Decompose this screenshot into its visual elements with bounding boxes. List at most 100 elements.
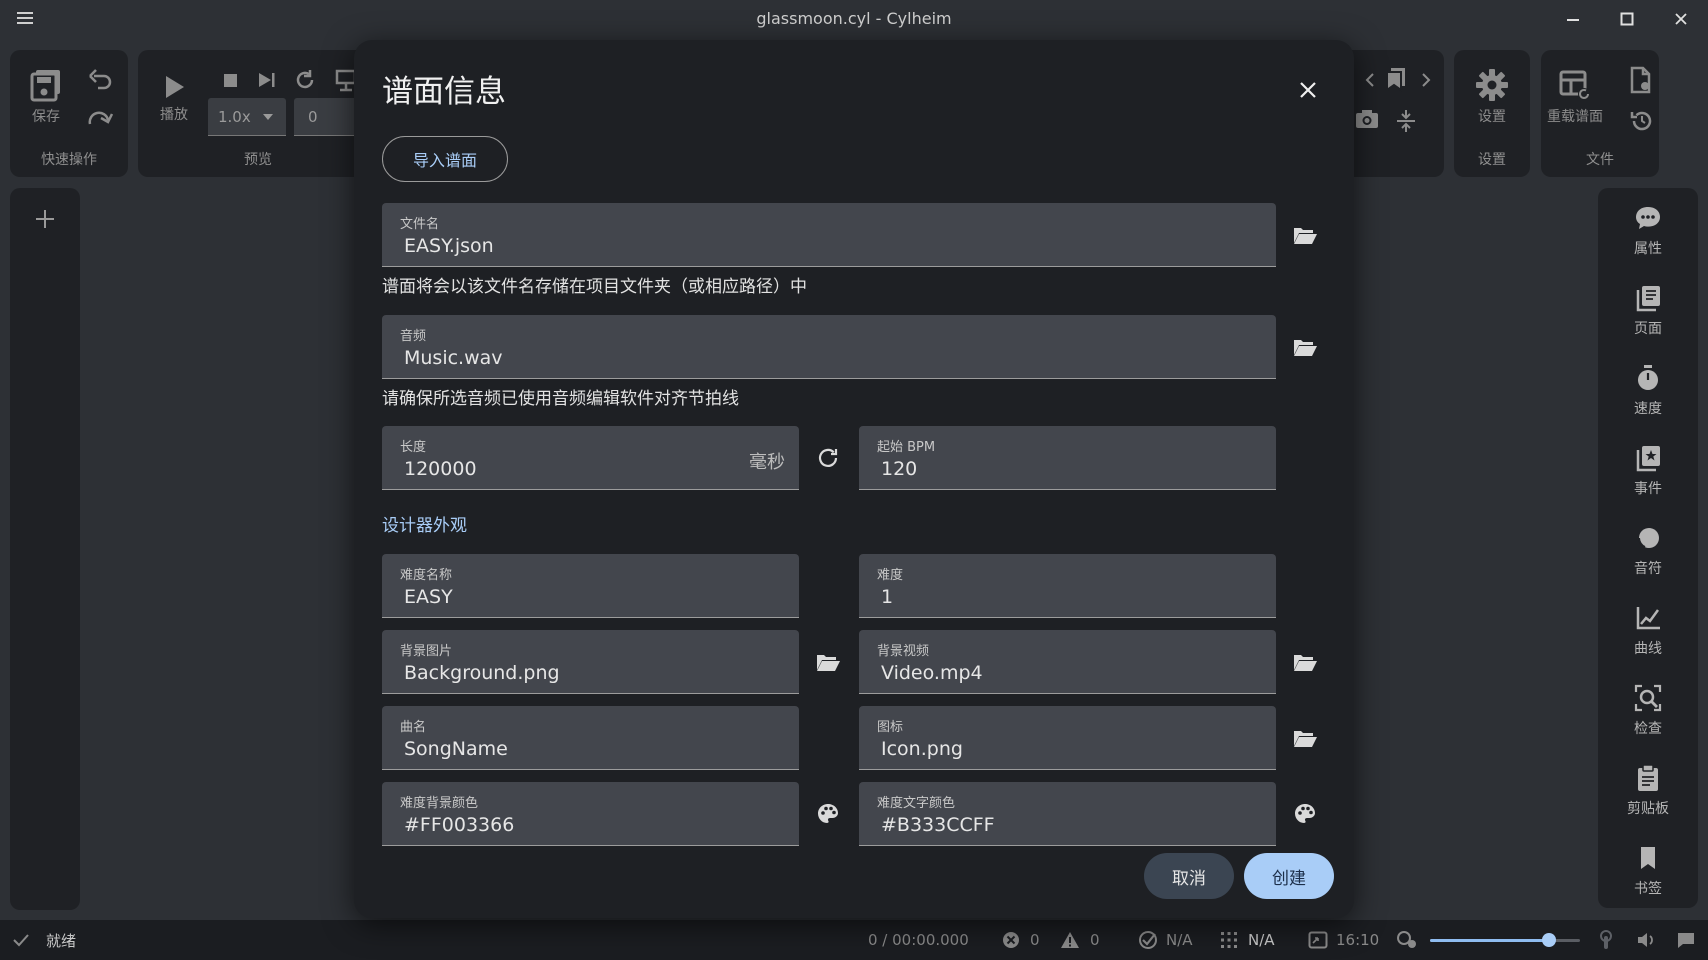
zoom-slider-thumb[interactable] bbox=[1541, 933, 1556, 947]
difficulty-bg-color-field[interactable]: 难度背景颜色 #FF003366 bbox=[382, 782, 799, 846]
icon-file-field[interactable]: 图标 Icon.png bbox=[859, 706, 1276, 770]
audio-field[interactable]: 音频 Music.wav bbox=[382, 315, 1276, 379]
warning-icon[interactable] bbox=[1060, 920, 1080, 960]
gear-icon bbox=[1476, 69, 1508, 101]
pick-text-color-button[interactable] bbox=[1285, 794, 1325, 834]
note-circle-icon bbox=[1638, 528, 1659, 548]
touch-icon[interactable] bbox=[1596, 920, 1616, 960]
aspect-ratio-icon[interactable] bbox=[1308, 920, 1328, 960]
icon-file-value: Icon.png bbox=[881, 738, 963, 760]
import-chart-button[interactable]: 导入谱面 bbox=[382, 136, 508, 182]
difficulty-name-field[interactable]: 难度名称 EASY bbox=[382, 554, 799, 618]
save-button[interactable]: 保存 bbox=[28, 68, 64, 126]
speed-value: 1.0x bbox=[218, 107, 251, 126]
detect-length-button[interactable] bbox=[808, 438, 848, 478]
check-status-icon[interactable] bbox=[1138, 920, 1158, 960]
song-name-label: 曲名 bbox=[400, 720, 427, 735]
section-title-appearance: 设计器外观 bbox=[382, 516, 467, 536]
palette-icon bbox=[1295, 804, 1315, 823]
start-bpm-value: 120 bbox=[881, 458, 918, 480]
aspect-ratio-value: 16:10 bbox=[1336, 931, 1380, 949]
grid-value: N/A bbox=[1248, 931, 1275, 949]
browse-background-image-button[interactable] bbox=[808, 642, 848, 682]
stop-icon[interactable] bbox=[220, 70, 240, 90]
song-name-field[interactable]: 曲名 SongName bbox=[382, 706, 799, 770]
start-bpm-field[interactable]: 起始 BPM 120 bbox=[859, 426, 1276, 490]
bookmark-nav-icon[interactable] bbox=[1384, 66, 1408, 92]
play-button[interactable]: 播放 bbox=[160, 74, 188, 124]
difficulty-value: 1 bbox=[881, 586, 894, 608]
folder-open-icon bbox=[817, 655, 840, 671]
panel-item-speed[interactable]: 速度 bbox=[1598, 358, 1698, 430]
error-icon[interactable] bbox=[1002, 920, 1020, 960]
zoom-icon[interactable] bbox=[1396, 920, 1418, 960]
speed-select[interactable]: 1.0x bbox=[208, 98, 286, 136]
bookmark-icon bbox=[1641, 847, 1655, 869]
dialog-close-button[interactable] bbox=[1288, 70, 1328, 110]
browse-icon-file-button[interactable] bbox=[1285, 718, 1325, 758]
add-icon[interactable] bbox=[34, 208, 56, 230]
panel-item-label: 音符 bbox=[1634, 561, 1662, 577]
maximize-button[interactable] bbox=[1607, 6, 1647, 32]
panel-item-bookmarks[interactable]: 书签 bbox=[1598, 838, 1698, 910]
browse-filename-button[interactable] bbox=[1285, 215, 1325, 255]
chevron-right-icon[interactable] bbox=[1420, 72, 1432, 88]
minimize-button[interactable] bbox=[1553, 6, 1593, 32]
volume-icon[interactable] bbox=[1636, 920, 1656, 960]
reload-chart-label: 重载谱面 bbox=[1547, 109, 1603, 125]
redo-icon[interactable] bbox=[88, 108, 114, 130]
curve-chart-icon bbox=[1636, 607, 1660, 630]
length-unit: 毫秒 bbox=[749, 452, 785, 473]
audio-helper-text: 请确保所选音频已使用音频编辑软件对齐节拍线 bbox=[382, 389, 739, 409]
difficulty-text-color-label: 难度文字颜色 bbox=[877, 796, 956, 811]
filename-field[interactable]: 文件名 EASY.json bbox=[382, 203, 1276, 267]
dialog-title: 谱面信息 bbox=[382, 74, 506, 110]
difficulty-text-color-value: #B333CCFF bbox=[881, 814, 995, 836]
settings-button[interactable]: 设置 bbox=[1454, 68, 1530, 126]
undo-icon[interactable] bbox=[88, 68, 114, 90]
status-check-icon bbox=[12, 920, 30, 960]
reload-icon[interactable] bbox=[293, 68, 317, 92]
background-video-field[interactable]: 背景视频 Video.mp4 bbox=[859, 630, 1276, 694]
cancel-button[interactable]: 取消 bbox=[1144, 853, 1234, 899]
reload-chart-button[interactable]: 重载谱面 bbox=[1547, 68, 1603, 126]
panel-item-notes[interactable]: 音符 bbox=[1598, 518, 1698, 590]
background-image-field[interactable]: 背景图片 Background.png bbox=[382, 630, 799, 694]
folder-open-icon bbox=[1294, 731, 1317, 747]
panel-item-curves[interactable]: 曲线 bbox=[1598, 598, 1698, 670]
difficulty-name-value: EASY bbox=[404, 586, 453, 608]
reload-chart-icon bbox=[1559, 70, 1590, 100]
play-icon bbox=[166, 76, 184, 98]
length-field[interactable]: 长度 120000 毫秒 bbox=[382, 426, 799, 490]
filename-helper-text: 谱面将会以该文件名存储在项目文件夹（或相应路径）中 bbox=[382, 277, 807, 297]
panel-item-clipboard[interactable]: 剪贴板 bbox=[1598, 758, 1698, 830]
toolbar-group-quick: 保存 快速操作 bbox=[10, 50, 128, 177]
align-center-icon[interactable] bbox=[1394, 108, 1418, 134]
error-count: 0 bbox=[1030, 931, 1040, 949]
song-name-value: SongName bbox=[404, 738, 508, 760]
chevron-left-icon[interactable] bbox=[1364, 72, 1376, 88]
panel-item-events[interactable]: 事件 bbox=[1598, 438, 1698, 510]
message-icon[interactable] bbox=[1676, 920, 1696, 960]
background-image-label: 背景图片 bbox=[400, 644, 453, 659]
browse-audio-button[interactable] bbox=[1285, 327, 1325, 367]
browse-background-video-button[interactable] bbox=[1285, 642, 1325, 682]
stopwatch-icon bbox=[1638, 365, 1658, 390]
skip-forward-icon[interactable] bbox=[256, 70, 278, 90]
difficulty-text-color-field[interactable]: 难度文字颜色 #B333CCFF bbox=[859, 782, 1276, 846]
panel-item-properties[interactable]: 属性 bbox=[1598, 198, 1698, 270]
camera-icon[interactable] bbox=[1354, 108, 1380, 130]
settings-label: 设置 bbox=[1478, 109, 1506, 125]
panel-item-inspect[interactable]: 检查 bbox=[1598, 678, 1698, 750]
grid-icon[interactable] bbox=[1220, 920, 1238, 960]
file-export-icon[interactable] bbox=[1629, 66, 1653, 94]
difficulty-name-label: 难度名称 bbox=[400, 568, 453, 583]
pick-bg-color-button[interactable] bbox=[808, 794, 848, 834]
close-window-button[interactable] bbox=[1661, 6, 1701, 32]
settings-group-label: 设置 bbox=[1478, 152, 1506, 168]
chart-info-dialog: 谱面信息 导入谱面 文件名 EASY.json 谱面将会以该文件名存储在项目文件… bbox=[354, 40, 1354, 918]
difficulty-field[interactable]: 难度 1 bbox=[859, 554, 1276, 618]
panel-item-pages[interactable]: 页面 bbox=[1598, 278, 1698, 350]
history-icon[interactable] bbox=[1629, 108, 1655, 134]
create-button[interactable]: 创建 bbox=[1244, 853, 1334, 899]
